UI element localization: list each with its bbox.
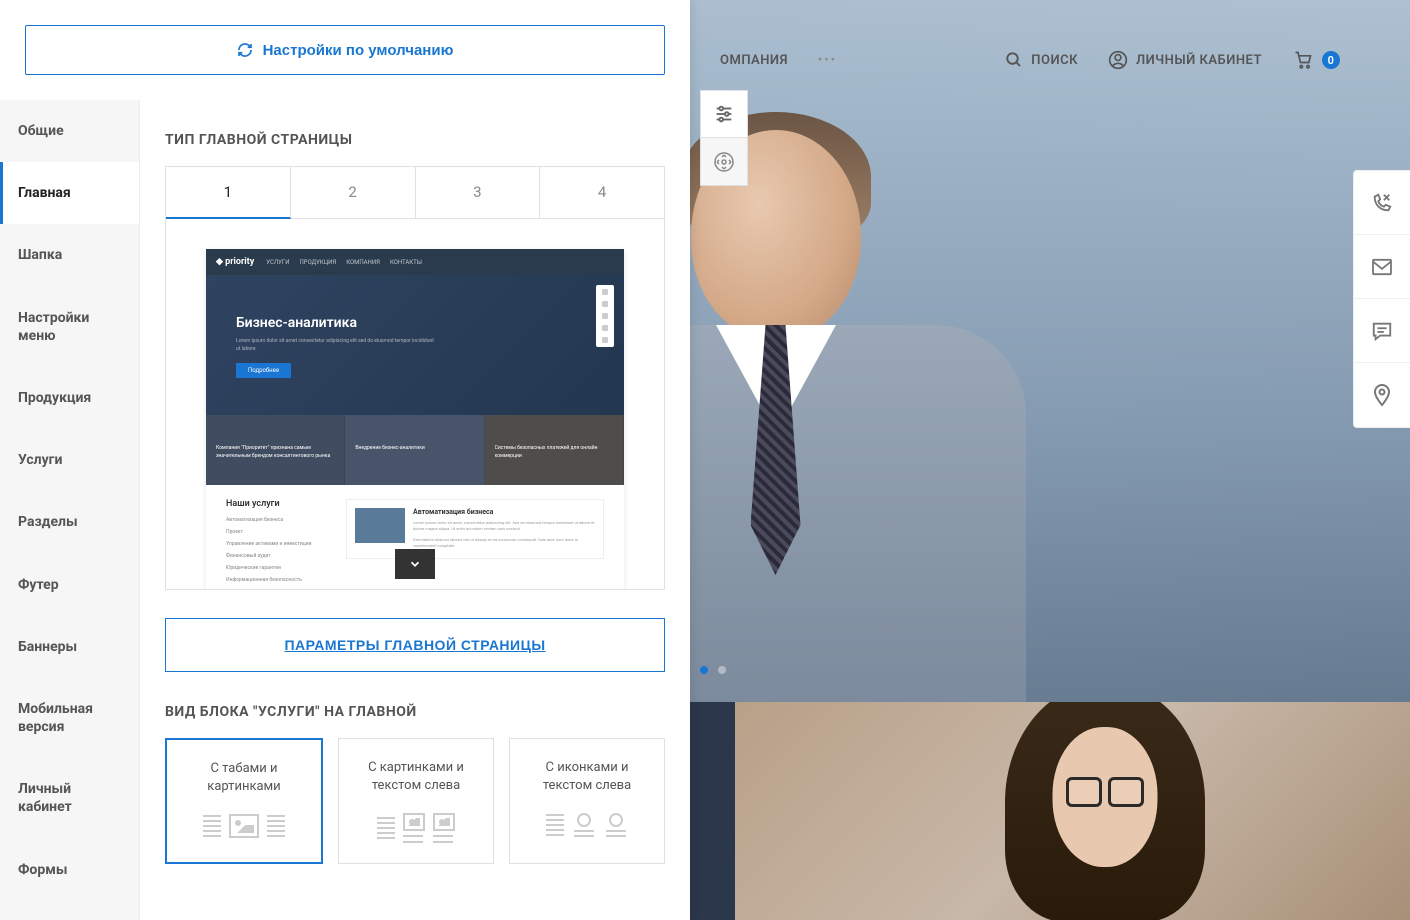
expand-preview-button[interactable] xyxy=(395,549,435,579)
mock-hero-title: Бизнес-аналитика xyxy=(236,315,594,331)
cart-icon xyxy=(1292,50,1314,70)
variant-tab-4[interactable]: 4 xyxy=(540,167,664,218)
settings-sidebar: Общие Главная Шапка Настройки меню Проду… xyxy=(0,100,140,920)
reset-defaults-label: Настройки по умолчанию xyxy=(263,42,454,59)
mail-icon xyxy=(1371,258,1393,276)
option-preview-icon xyxy=(177,814,311,838)
sidebar-item-label: Продукция xyxy=(18,390,91,406)
option-label: С картинками и текстом слева xyxy=(349,759,483,795)
defaults-bar: Настройки по умолчанию xyxy=(0,0,690,100)
search-icon xyxy=(1005,51,1023,69)
sidebar-item-label: Настройки меню xyxy=(18,310,89,344)
move-tool-button[interactable] xyxy=(700,138,748,186)
variant-tab-label: 2 xyxy=(348,183,356,201)
sidebar-item-services[interactable]: Услуги xyxy=(0,429,139,491)
chevron-down-icon xyxy=(408,557,422,571)
sidebar-item-footer[interactable]: Футер xyxy=(0,554,139,616)
mock-hero-button: Подробнее xyxy=(236,363,291,378)
option-preview-icon xyxy=(349,813,483,843)
option-label: С табами и картинками xyxy=(177,760,311,796)
sidebar-item-account[interactable]: Личный кабинет xyxy=(0,758,139,838)
sidebar-item-menu[interactable]: Настройки меню xyxy=(0,287,139,367)
option-tabs-images[interactable]: С табами и картинками xyxy=(165,738,323,864)
option-preview-icon xyxy=(520,813,654,837)
mock-services-title: Наши услуги xyxy=(226,499,326,509)
sidebar-item-banners[interactable]: Баннеры xyxy=(0,616,139,678)
sidebar-item-header[interactable]: Шапка xyxy=(0,224,139,286)
variant-tab-label: 4 xyxy=(598,183,606,201)
mock-logo: priority xyxy=(216,257,254,267)
reset-defaults-button[interactable]: Настройки по умолчанию xyxy=(25,25,665,75)
sidebar-item-products[interactable]: Продукция xyxy=(0,367,139,429)
hero-slider-dots[interactable] xyxy=(700,666,726,674)
sidebar-item-label: Личный кабинет xyxy=(18,781,72,815)
mock-card-title: Автоматизация бизнеса xyxy=(413,508,595,516)
sidebar-item-general[interactable]: Общие xyxy=(0,100,139,162)
account-button[interactable]: ЛИЧНЫЙ КАБИНЕТ xyxy=(1108,50,1262,70)
sidebar-item-label: Шапка xyxy=(18,247,62,263)
section-title-services-view: ВИД БЛОКА "УСЛУГИ" НА ГЛАВНОЙ xyxy=(165,704,665,720)
section-title-home-type: ТИП ГЛАВНОЙ СТРАНИЦЫ xyxy=(165,132,665,148)
services-view-options: С табами и картинками С картинками и тек… xyxy=(165,738,665,864)
nav-company[interactable]: ОМПАНИЯ xyxy=(720,53,788,68)
option-label: С иконками и текстом слева xyxy=(520,759,654,795)
tile-right[interactable] xyxy=(735,702,1410,920)
location-icon xyxy=(1372,383,1392,407)
sidebar-item-label: Мобильная версия xyxy=(18,701,93,735)
callback-button[interactable] xyxy=(1354,171,1410,235)
sidebar-item-sections[interactable]: Разделы xyxy=(0,491,139,553)
account-label: ЛИЧНЫЙ КАБИНЕТ xyxy=(1136,53,1262,68)
phone-icon xyxy=(1371,192,1393,214)
search-button[interactable]: ПОИСК xyxy=(1005,51,1078,69)
variant-tab-1[interactable]: 1 xyxy=(166,167,291,219)
variant-tab-2[interactable]: 2 xyxy=(291,167,416,218)
option-icons-left[interactable]: С иконками и текстом слева xyxy=(509,738,665,864)
chat-icon xyxy=(1371,320,1393,342)
nav-more-icon[interactable]: ••• xyxy=(818,53,837,68)
mock-site-preview: priority УСЛУГИ ПРОДУКЦИЯ КОМПАНИЯ КОНТА… xyxy=(206,249,624,589)
floating-tools xyxy=(700,90,748,186)
sliders-icon xyxy=(713,103,735,125)
tile-person-illustration xyxy=(1005,702,1205,920)
sidebar-item-label: Разделы xyxy=(18,514,78,530)
settings-main[interactable]: ТИП ГЛАВНОЙ СТРАНИЦЫ 1 2 3 4 priority УС… xyxy=(140,100,690,920)
cart-count-badge: 0 xyxy=(1322,51,1340,69)
search-label: ПОИСК xyxy=(1031,53,1078,68)
settings-panel: Настройки по умолчанию Общие Главная Шап… xyxy=(0,0,690,920)
move-icon xyxy=(712,150,736,174)
variant-tab-3[interactable]: 3 xyxy=(416,167,541,218)
cart-button[interactable]: 0 xyxy=(1292,50,1340,70)
home-type-selector: 1 2 3 4 priority УСЛУГИ ПРОДУКЦИЯ КОМПАН… xyxy=(165,166,665,590)
sidebar-item-label: Баннеры xyxy=(18,639,77,655)
email-button[interactable] xyxy=(1354,235,1410,299)
variant-tabs: 1 2 3 4 xyxy=(166,167,664,219)
chat-button[interactable] xyxy=(1354,299,1410,363)
variant-tab-label: 3 xyxy=(473,183,481,201)
sidebar-item-label: Футер xyxy=(18,577,59,593)
sidebar-item-mobile[interactable]: Мобильная версия xyxy=(0,678,139,758)
home-params-label: ПАРАМЕТРЫ ГЛАВНОЙ СТРАНИЦЫ xyxy=(284,637,545,653)
sidebar-item-label: Услуги xyxy=(18,452,62,468)
sidebar-item-main[interactable]: Главная xyxy=(0,162,139,224)
location-button[interactable] xyxy=(1354,363,1410,427)
sidebar-item-label: Главная xyxy=(18,185,71,201)
sidebar-item-label: Формы xyxy=(18,862,67,878)
sidebar-item-forms[interactable]: Формы xyxy=(0,839,139,901)
refresh-icon xyxy=(237,42,253,58)
variant-tab-label: 1 xyxy=(224,183,232,201)
sidebar-item-label: Общие xyxy=(18,123,64,139)
option-images-left[interactable]: С картинками и текстом слева xyxy=(338,738,494,864)
home-params-button[interactable]: ПАРАМЕТРЫ ГЛАВНОЙ СТРАНИЦЫ xyxy=(165,618,665,672)
settings-tool-button[interactable] xyxy=(700,90,748,138)
contact-rail xyxy=(1353,170,1410,428)
user-icon xyxy=(1108,50,1128,70)
variant-preview: priority УСЛУГИ ПРОДУКЦИЯ КОМПАНИЯ КОНТА… xyxy=(166,219,664,589)
